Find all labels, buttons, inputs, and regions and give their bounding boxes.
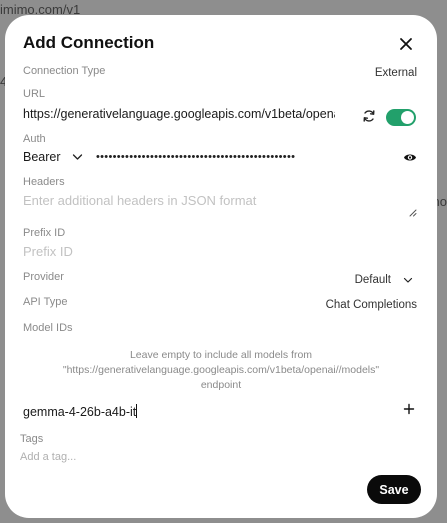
headers-textarea[interactable]: Enter additional headers in JSON format: [23, 193, 256, 208]
prefix-id-label: Prefix ID: [23, 227, 66, 239]
tags-label: Tags: [20, 433, 44, 445]
connection-type-value[interactable]: External: [375, 67, 417, 79]
model-id-input[interactable]: gemma-4-26b-a4b-it: [23, 404, 138, 419]
auth-type-select[interactable]: Bearer: [23, 150, 61, 164]
save-button[interactable]: Save: [367, 475, 421, 504]
connection-enabled-toggle[interactable]: [386, 109, 416, 126]
chevron-down-icon[interactable]: [72, 153, 83, 161]
model-id-value: gemma-4-26b-a4b-it: [23, 405, 137, 419]
modal-title: Add Connection: [23, 33, 155, 52]
api-type-label: API Type: [23, 296, 68, 308]
api-type-value[interactable]: Chat Completions: [326, 299, 417, 311]
provider-select[interactable]: Default: [355, 274, 391, 286]
refresh-icon[interactable]: [362, 109, 376, 123]
connection-type-label: Connection Type: [23, 65, 106, 77]
text-caret: [136, 404, 138, 418]
provider-label: Provider: [23, 271, 64, 283]
auth-label: Auth: [23, 133, 46, 145]
model-ids-label: Model IDs: [23, 322, 73, 334]
toggle-knob: [401, 111, 414, 124]
api-key-input[interactable]: ••••••••••••••••••••••••••••••••••••••••…: [96, 151, 374, 163]
close-icon[interactable]: [397, 35, 415, 53]
prefix-id-input[interactable]: Prefix ID: [23, 244, 73, 259]
eye-icon[interactable]: [403, 152, 417, 163]
add-connection-modal: Add Connection Connection Type External …: [5, 15, 437, 518]
chevron-down-icon[interactable]: [403, 277, 413, 284]
tags-input[interactable]: Add a tag...: [20, 451, 76, 463]
model-ids-hint: Leave empty to include all models from "…: [62, 349, 380, 391]
url-label: URL: [23, 88, 46, 100]
plus-icon[interactable]: [403, 403, 415, 415]
url-input[interactable]: [23, 107, 335, 121]
headers-label: Headers: [23, 176, 65, 188]
resize-handle-icon[interactable]: [408, 208, 417, 217]
